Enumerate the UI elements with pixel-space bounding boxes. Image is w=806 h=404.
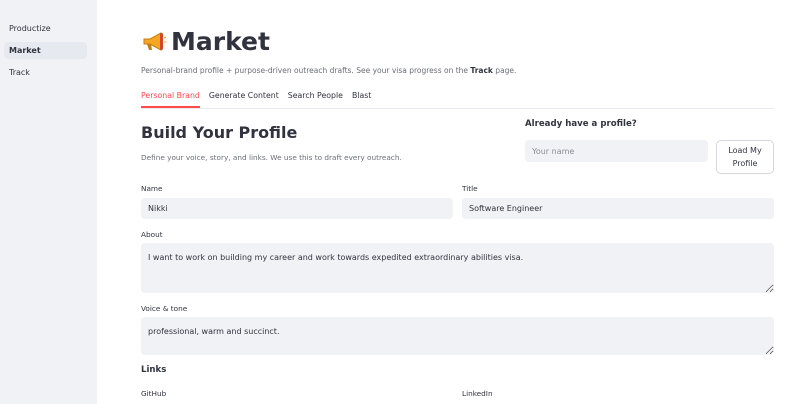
tab-personal-brand[interactable]: Personal Brand [141,90,200,108]
page-title: Market [141,26,270,58]
subtitle-suffix: page. [492,66,517,75]
track-link: Track [470,66,493,75]
sidebar-item-productize[interactable]: Productize [4,20,87,37]
tab-generate-content[interactable]: Generate Content [209,90,279,108]
sidebar: Productize Market Track [0,0,97,404]
page-subtitle: Personal-brand profile + purpose-driven … [141,66,516,75]
your-name-input[interactable] [525,140,708,162]
subtitle-text: Personal-brand profile + purpose-driven … [141,66,471,75]
linkedin-label: LinkedIn [462,389,493,398]
megaphone-icon [143,32,167,51]
links-heading: Links [141,365,167,375]
main-content: Market Personal-brand profile + purpose-… [141,0,774,404]
load-profile-heading: Already have a profile? [525,119,637,129]
title-field[interactable] [462,198,774,219]
tab-search-people[interactable]: Search People [288,90,343,108]
page-title-text: Market [171,27,270,56]
sidebar-item-market[interactable]: Market [4,42,87,59]
title-label: Title [462,184,478,193]
tab-bar: Personal Brand Generate Content Search P… [141,90,774,109]
name-label: Name [141,184,163,193]
section-title: Build Your Profile [141,123,298,142]
about-label: About [141,230,163,239]
name-field[interactable] [141,198,453,219]
load-my-profile-button[interactable]: Load My Profile [716,140,774,174]
section-description: Define your voice, story, and links. We … [141,153,402,162]
about-textarea[interactable]: I want to work on building my career and… [141,243,774,293]
tab-blast[interactable]: Blast [352,90,371,108]
github-label: GitHub [141,389,167,398]
voice-tone-textarea[interactable]: professional, warm and succinct. [141,317,774,355]
voice-tone-label: Voice & tone [141,304,188,313]
sidebar-item-track[interactable]: Track [4,64,87,81]
